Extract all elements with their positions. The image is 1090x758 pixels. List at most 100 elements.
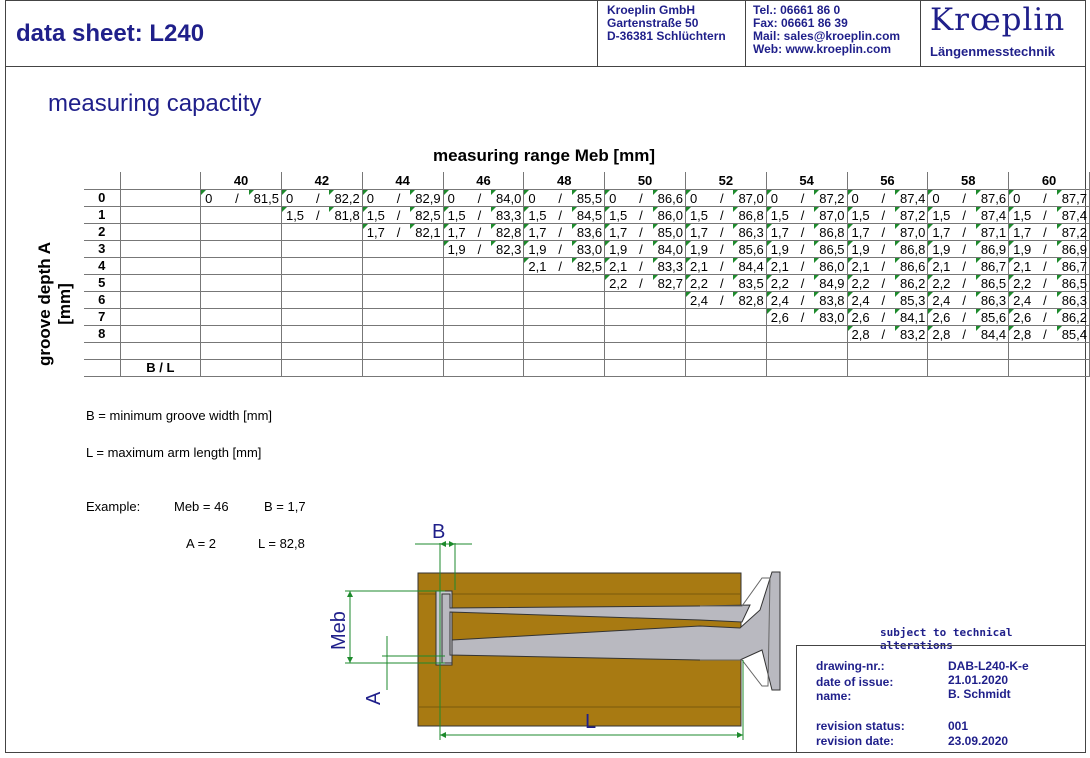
- separator: /: [962, 326, 966, 342]
- groove-width: 2,6: [932, 309, 951, 325]
- table-cell: 1,7 / 87,1: [927, 222, 1010, 241]
- table-row: 4 2,1 / 82,5 2,1 / 83,3 2,1 / 84,4 2,1 / 86,0 2,1 / 86,…: [84, 256, 1090, 275]
- separator: /: [1043, 292, 1047, 308]
- table-cell: 1,7 / 86,3: [684, 222, 767, 241]
- groove-width: 1,9: [609, 241, 628, 257]
- arm-length: 86,6: [652, 189, 683, 206]
- table-cell: [200, 239, 282, 258]
- table-cell: 2,1 / 83,3: [604, 256, 686, 275]
- groove-width: 2,4: [689, 292, 709, 308]
- table-cell: [200, 290, 282, 309]
- table-cell: [200, 273, 282, 292]
- table-cell: 2,2 / 82,7: [604, 273, 686, 292]
- separator: /: [881, 309, 886, 325]
- separator: /: [477, 190, 482, 206]
- date-issue: 21.01.2020: [948, 673, 1009, 687]
- arm-length: 86,3: [733, 223, 764, 240]
- arm-length: 87,6: [975, 189, 1007, 206]
- table-cell: [523, 341, 606, 360]
- table-row: 2 1,7 / 82,1 1,7 / 82,8 1,7 / 83,6 1,7 / 85,0 1,7 / 86,…: [84, 222, 1090, 241]
- separator: /: [315, 207, 320, 223]
- separator: /: [639, 275, 643, 291]
- table-cell: [927, 341, 1010, 360]
- table-cell: 0 / 87,7: [1008, 188, 1090, 207]
- table-cell: [684, 341, 767, 360]
- table-cell: 1,5 / 87,4: [1008, 205, 1090, 224]
- arm-length: 87,2: [814, 189, 845, 206]
- table-cell: [1008, 341, 1090, 360]
- table-cell: 1,5 / 83,3: [442, 205, 525, 224]
- table-cell: 0 / 86,6: [604, 188, 686, 207]
- arm-length: 82,5: [571, 257, 603, 274]
- table-header-row: 40 42 44 46 48 50 52 54 56 58 60: [84, 172, 1090, 190]
- table-row: 5 2,2 / 82,7 2,2 / 83,5 2,2 / 84,9 2,2 / 86,2 2,2 / 86,…: [84, 273, 1090, 292]
- arm-length: 86,5: [814, 240, 845, 257]
- arm-length: 86,5: [1056, 274, 1087, 291]
- table-cell: [200, 324, 282, 343]
- separator: /: [800, 241, 805, 257]
- groove-width: 2,4: [851, 292, 870, 308]
- table-cell: [200, 341, 282, 360]
- arm-length: 85,6: [975, 308, 1007, 325]
- rev-status: 001: [948, 719, 969, 733]
- column-header: 56: [846, 172, 929, 190]
- separator: /: [881, 190, 886, 206]
- row-header: [84, 358, 121, 377]
- arm-length: 84,9: [814, 274, 845, 291]
- table-cell: [1008, 358, 1090, 377]
- l-definition: L = maximum arm length [mm]: [86, 445, 262, 460]
- groove-width: 0: [770, 190, 778, 206]
- arm-length: 84,1: [894, 308, 926, 325]
- separator: /: [800, 292, 805, 308]
- separator: /: [1043, 241, 1047, 257]
- arm-length: 87,2: [1056, 223, 1087, 240]
- row-header: 1: [84, 205, 121, 224]
- table-cell: 2,2 / 86,2: [846, 273, 929, 292]
- bl-label: B / L: [119, 358, 202, 377]
- table-cell: [280, 273, 363, 292]
- arm-length: 84,0: [652, 240, 683, 257]
- separator: /: [881, 241, 886, 257]
- separator: /: [719, 207, 724, 223]
- bl-cell: [119, 324, 202, 343]
- header-divider: [597, 0, 598, 66]
- arm-length: 82,7: [652, 274, 683, 291]
- table-cell: [765, 358, 848, 377]
- table-row: 6 2,4 / 82,8 2,4 / 83,8 2,4 / 85,3 2,4 / 86,3 2,4 / 86,…: [84, 290, 1090, 309]
- groove-width: 2,2: [932, 275, 951, 291]
- groove-width: 0: [528, 190, 536, 206]
- table-cell: 1,9 / 82,3: [442, 239, 525, 258]
- separator: /: [477, 224, 482, 240]
- groove-width: 2,1: [851, 258, 870, 274]
- separator: /: [639, 224, 643, 240]
- table-cell: [765, 341, 848, 360]
- table-row: 0 0 / 81,5 0 / 82,2 0 / 82,9 0 / 84,0 0 / 85,5 0 / 86,6 0 / 8…: [84, 188, 1090, 207]
- arm-length: 82,9: [410, 189, 441, 206]
- groove-width: 2,6: [770, 309, 789, 325]
- row-header: 3: [84, 239, 121, 258]
- arm-length: 82,3: [490, 240, 522, 257]
- separator: /: [558, 241, 562, 257]
- header-divider: [5, 66, 1086, 67]
- example-meb: Meb = 46: [174, 499, 229, 514]
- groove-width: 2,4: [770, 292, 789, 308]
- groove-width: 2,2: [851, 275, 870, 291]
- groove-width: 0: [689, 190, 698, 206]
- groove-width: 0: [285, 190, 294, 206]
- table-cell: [442, 341, 525, 360]
- column-header: 48: [523, 172, 606, 190]
- table-cell: [280, 222, 363, 241]
- arm-length: 85,4: [1056, 325, 1087, 342]
- groove-width: 2,2: [770, 275, 789, 291]
- arm-length: 83,0: [571, 240, 603, 257]
- arm-length: 84,5: [571, 206, 603, 223]
- groove-width: 1,5: [851, 207, 870, 223]
- arm-length: 87,4: [975, 206, 1007, 223]
- arm-length: 87,4: [1056, 206, 1087, 223]
- row-header: 0: [84, 188, 121, 207]
- bl-cell: [119, 290, 202, 309]
- groove-width: 2,2: [609, 275, 628, 291]
- separator: /: [1043, 309, 1047, 325]
- separator: /: [800, 190, 805, 206]
- table-cell: [523, 273, 606, 292]
